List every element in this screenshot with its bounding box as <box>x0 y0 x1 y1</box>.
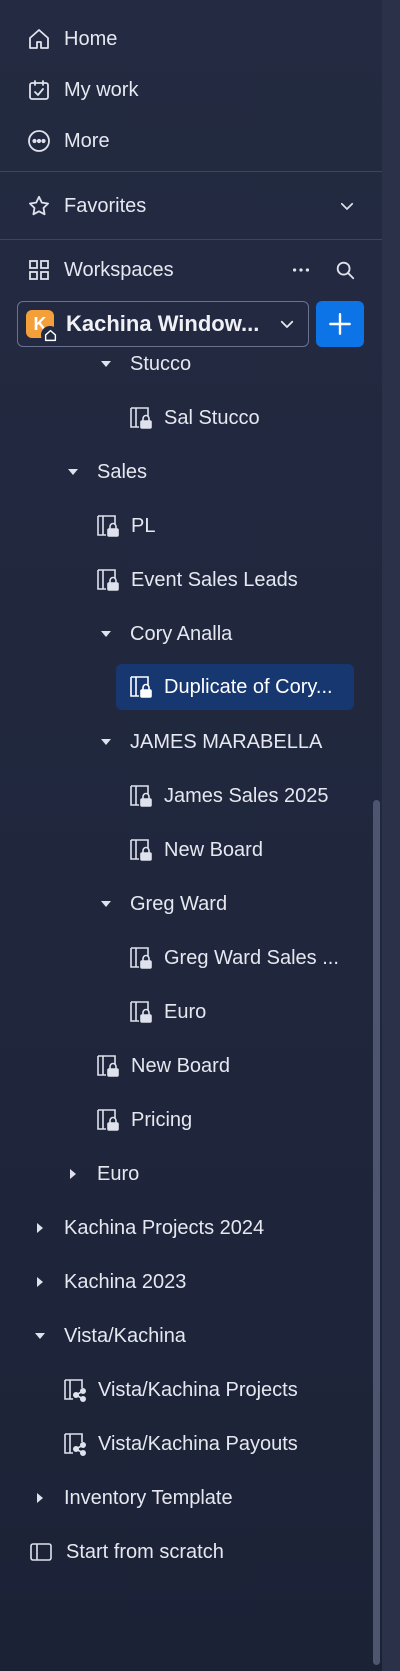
home-badge-icon <box>41 326 59 344</box>
search-icon[interactable] <box>334 259 356 281</box>
calendar-check-icon <box>26 77 52 103</box>
board-euro[interactable]: Euro <box>128 989 206 1035</box>
shared-board-icon <box>62 1377 88 1403</box>
folder-stucco[interactable]: Stucco <box>96 341 191 387</box>
caret-down-icon <box>96 354 116 374</box>
board-label: Vista/Kachina Payouts <box>98 1432 298 1455</box>
divider <box>0 239 382 240</box>
caret-down-icon <box>30 1326 50 1346</box>
board-duplicate-of-cory[interactable]: Duplicate of Cory... <box>116 664 354 710</box>
private-board-icon <box>128 837 154 863</box>
home-icon <box>26 26 52 52</box>
nav-home-label: Home <box>64 27 118 50</box>
favorites-label: Favorites <box>64 194 147 217</box>
start-from-scratch[interactable]: Start from scratch <box>28 1529 224 1575</box>
caret-right-icon <box>63 1164 83 1184</box>
folder-label: Vista/Kachina <box>64 1324 186 1347</box>
chevron-down-icon[interactable] <box>338 197 356 215</box>
folder-label: Kachina 2023 <box>64 1270 187 1293</box>
board-greg-ward-sales[interactable]: Greg Ward Sales ... <box>128 935 348 981</box>
board-new-board[interactable]: New Board <box>95 1043 230 1089</box>
folder-label: JAMES MARABELLA <box>130 730 323 753</box>
folder-euro[interactable]: Euro <box>63 1151 139 1197</box>
board-label: Greg Ward Sales ... <box>164 946 339 969</box>
board-sal-stucco[interactable]: Sal Stucco <box>128 395 260 441</box>
caret-right-icon <box>30 1488 50 1508</box>
divider <box>0 171 382 172</box>
board-pl[interactable]: PL <box>95 503 155 549</box>
private-board-icon <box>128 405 154 431</box>
workspaces-header: Workspaces <box>26 247 356 293</box>
workspace-avatar: K <box>26 310 59 344</box>
shared-board-icon <box>62 1431 88 1457</box>
board-label: Euro <box>164 1000 207 1023</box>
private-board-icon <box>95 1107 121 1133</box>
nav-home[interactable]: Home <box>26 16 117 62</box>
folder-vista-kachina[interactable]: Vista/Kachina <box>30 1313 186 1359</box>
folder-label: Cory Analla <box>130 622 233 645</box>
caret-right-icon <box>30 1218 50 1238</box>
caret-right-icon <box>30 1272 50 1292</box>
private-board-icon <box>128 783 154 809</box>
folder-label: Inventory Template <box>64 1486 233 1509</box>
folder-label: Euro <box>97 1162 140 1185</box>
plus-icon <box>329 313 351 335</box>
folder-inventory-template[interactable]: Inventory Template <box>30 1475 233 1521</box>
private-board-icon <box>95 1053 121 1079</box>
board-vista-kachina-projects[interactable]: Vista/Kachina Projects <box>62 1367 298 1413</box>
board-label: Duplicate of Cory... <box>164 675 333 698</box>
board-label: New Board <box>131 1054 230 1077</box>
folder-cory-analla[interactable]: Cory Analla <box>96 611 232 657</box>
board-label: James Sales 2025 <box>164 784 329 807</box>
board-vista-kachina-payouts[interactable]: Vista/Kachina Payouts <box>62 1421 298 1467</box>
board-new-board[interactable]: New Board <box>128 827 263 873</box>
board-label: Sal Stucco <box>164 406 260 429</box>
start-from-scratch-label: Start from scratch <box>66 1540 224 1563</box>
board-pricing[interactable]: Pricing <box>95 1097 192 1143</box>
folder-kachina-projects-2024[interactable]: Kachina Projects 2024 <box>30 1205 264 1251</box>
folder-label: Greg Ward <box>130 892 228 915</box>
star-icon <box>26 193 52 219</box>
nav-more[interactable]: More <box>26 118 110 164</box>
board-label: Event Sales Leads <box>131 568 298 591</box>
folder-greg-ward[interactable]: Greg Ward <box>96 881 227 927</box>
caret-down-icon <box>96 732 116 752</box>
private-board-icon <box>128 674 154 700</box>
chevron-down-icon <box>278 315 296 333</box>
board-label: Vista/Kachina Projects <box>98 1378 298 1401</box>
scrollbar-track <box>382 0 400 1671</box>
board-label: New Board <box>164 838 263 861</box>
caret-down-icon <box>63 462 83 482</box>
nav-my-work-label: My work <box>64 78 139 101</box>
folder-kachina-2023[interactable]: Kachina 2023 <box>30 1259 186 1305</box>
grid-icon <box>26 257 52 283</box>
more-options-icon[interactable] <box>290 259 312 281</box>
private-board-icon <box>95 567 121 593</box>
folder-label: Stucco <box>130 352 192 375</box>
caret-down-icon <box>96 894 116 914</box>
add-item-button[interactable] <box>316 301 364 347</box>
sidebar: Home My work More Favorites Workspaces K… <box>0 0 382 1671</box>
more-circle-icon <box>26 128 52 154</box>
board-event-sales-leads[interactable]: Event Sales Leads <box>95 557 298 603</box>
favorites-section[interactable]: Favorites <box>26 183 356 229</box>
nav-my-work[interactable]: My work <box>26 67 138 113</box>
board-label: PL <box>131 514 156 537</box>
folder-label: Sales <box>97 460 148 483</box>
folder-james-marabella[interactable]: JAMES MARABELLA <box>96 719 322 765</box>
private-board-icon <box>128 945 154 971</box>
caret-down-icon <box>96 624 116 644</box>
layout-panel-icon <box>28 1539 54 1565</box>
folder-sales[interactable]: Sales <box>63 449 147 495</box>
nav-more-label: More <box>64 129 110 152</box>
board-james-sales-2025[interactable]: James Sales 2025 <box>128 773 329 819</box>
folder-label: Kachina Projects 2024 <box>64 1216 265 1239</box>
board-label: Pricing <box>131 1108 193 1131</box>
workspace-name: Kachina Window... <box>66 311 260 336</box>
scrollbar-thumb[interactable] <box>373 800 380 1665</box>
private-board-icon <box>128 999 154 1025</box>
private-board-icon <box>95 513 121 539</box>
workspaces-label: Workspaces <box>64 258 174 281</box>
